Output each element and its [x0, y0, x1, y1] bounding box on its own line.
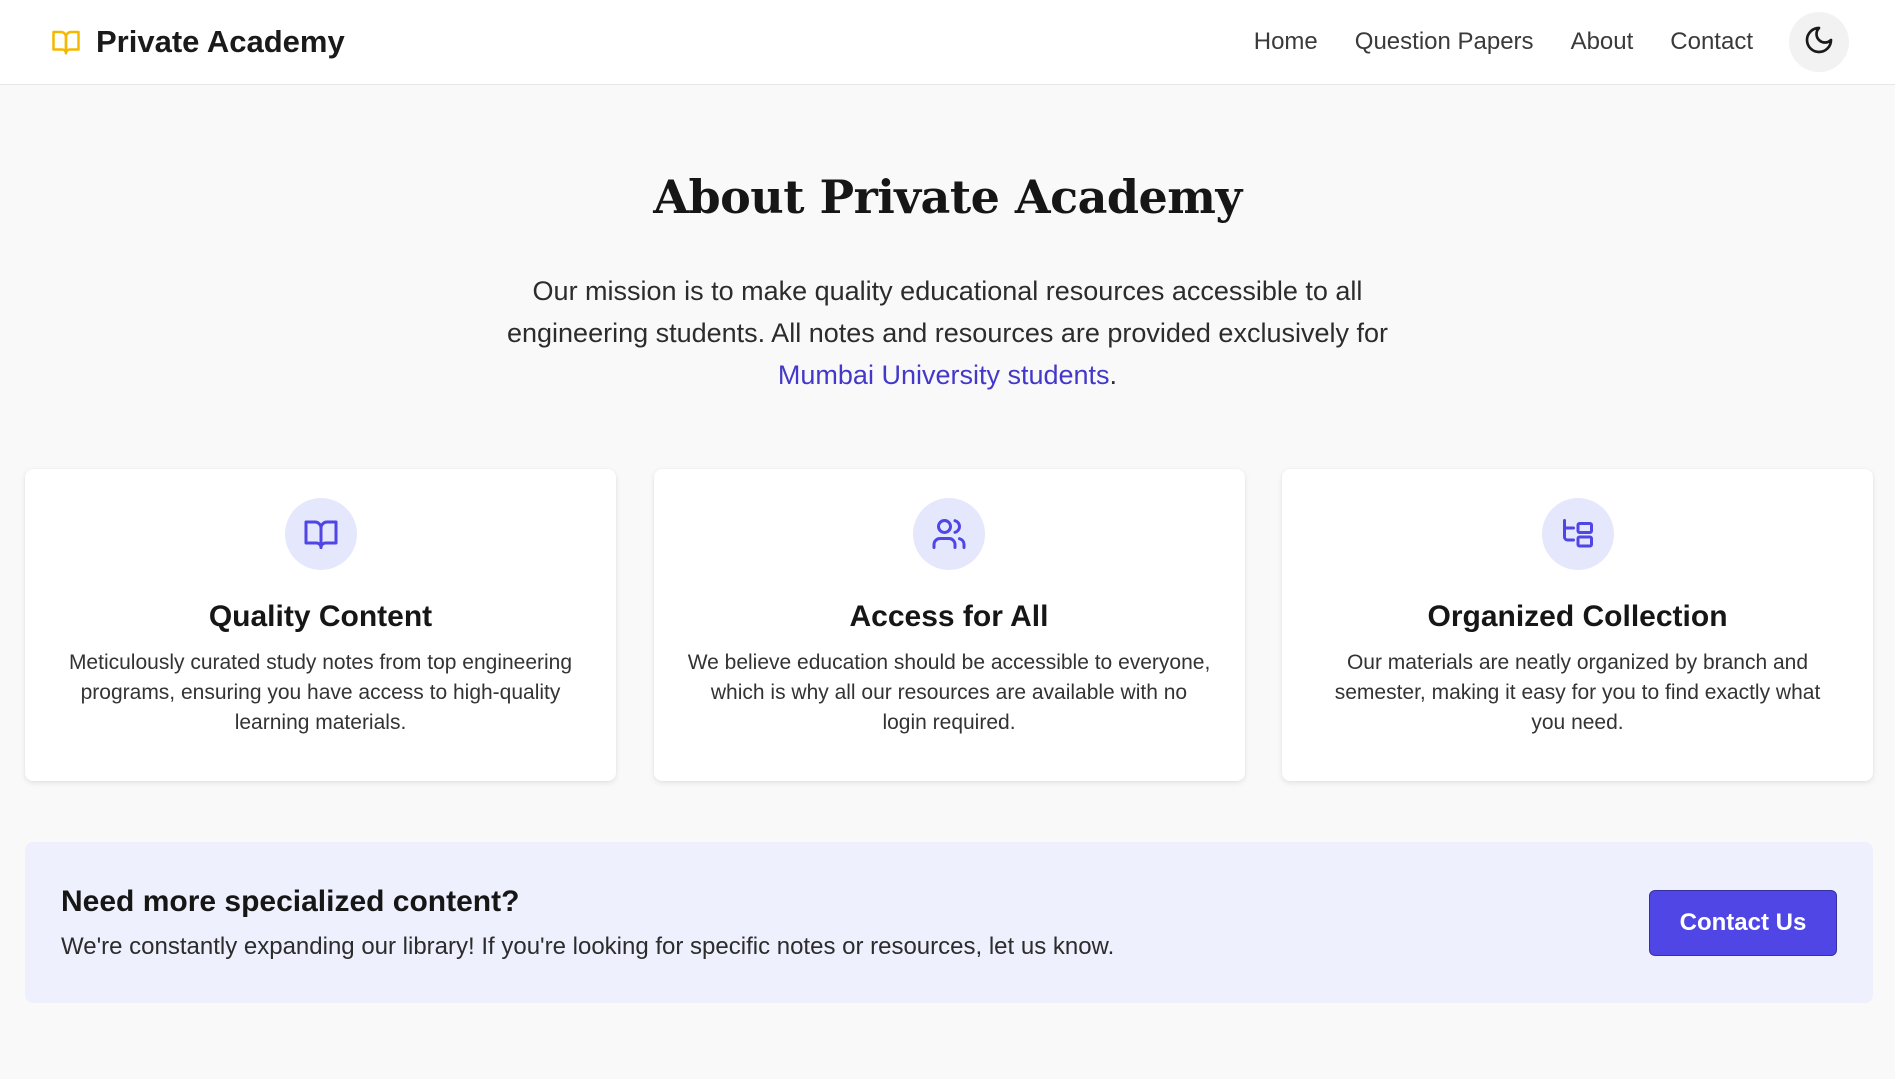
- main-nav: Home Question Papers About Contact: [1254, 12, 1849, 72]
- theme-toggle-button[interactable]: [1789, 12, 1849, 72]
- cta-text: We're constantly expanding our library! …: [61, 932, 1115, 960]
- contact-us-button[interactable]: Contact Us: [1649, 889, 1837, 956]
- feature-description: We believe education should be accessibl…: [687, 651, 1211, 734]
- mission-text: Our mission is to make quality education…: [468, 270, 1428, 396]
- about-hero: About Private Academy Our mission is to …: [0, 170, 1895, 396]
- nav-link-question-papers[interactable]: Question Papers: [1355, 28, 1534, 56]
- nav-link-home[interactable]: Home: [1254, 28, 1318, 56]
- cta-title: Need more specialized content?: [61, 884, 520, 918]
- users-icon: [913, 498, 985, 570]
- folder-tree-icon: [1541, 498, 1614, 570]
- feature-title: Quality Content: [208, 600, 433, 633]
- book-open-icon: [48, 24, 84, 60]
- cta-content: Need more specialized content? We're con…: [61, 885, 1114, 961]
- brand-name: Private Academy: [96, 24, 345, 59]
- page-title: About Private Academy: [653, 170, 1242, 224]
- feature-card-organized-collection: Organized Collection Our materials are n…: [1282, 469, 1873, 781]
- feature-title: Organized Collection: [1427, 600, 1728, 633]
- moon-icon: [1803, 24, 1835, 61]
- feature-description: Our materials are neatly organized by br…: [1334, 651, 1821, 734]
- contact-cta-banner: Need more specialized content? We're con…: [25, 842, 1873, 1003]
- mumbai-university-link[interactable]: Mumbai University students: [778, 360, 1110, 390]
- nav-link-contact[interactable]: Contact: [1670, 28, 1753, 56]
- navbar: Private Academy Home Question Papers Abo…: [0, 0, 1895, 85]
- book-open-icon: [284, 498, 357, 570]
- feature-description: Meticulously curated study notes from to…: [68, 651, 573, 734]
- feature-cards: Quality Content Meticulously curated stu…: [25, 469, 1873, 781]
- mission-text-end: .: [1109, 360, 1118, 390]
- brand[interactable]: Private Academy: [48, 24, 345, 60]
- feature-card-access-for-all: Access for All We believe education shou…: [653, 469, 1245, 781]
- mission-text-body: Our mission is to make quality education…: [506, 276, 1388, 348]
- feature-title: Access for All: [849, 600, 1049, 633]
- feature-card-quality-content: Quality Content Meticulously curated stu…: [25, 469, 616, 781]
- nav-link-about[interactable]: About: [1571, 28, 1634, 56]
